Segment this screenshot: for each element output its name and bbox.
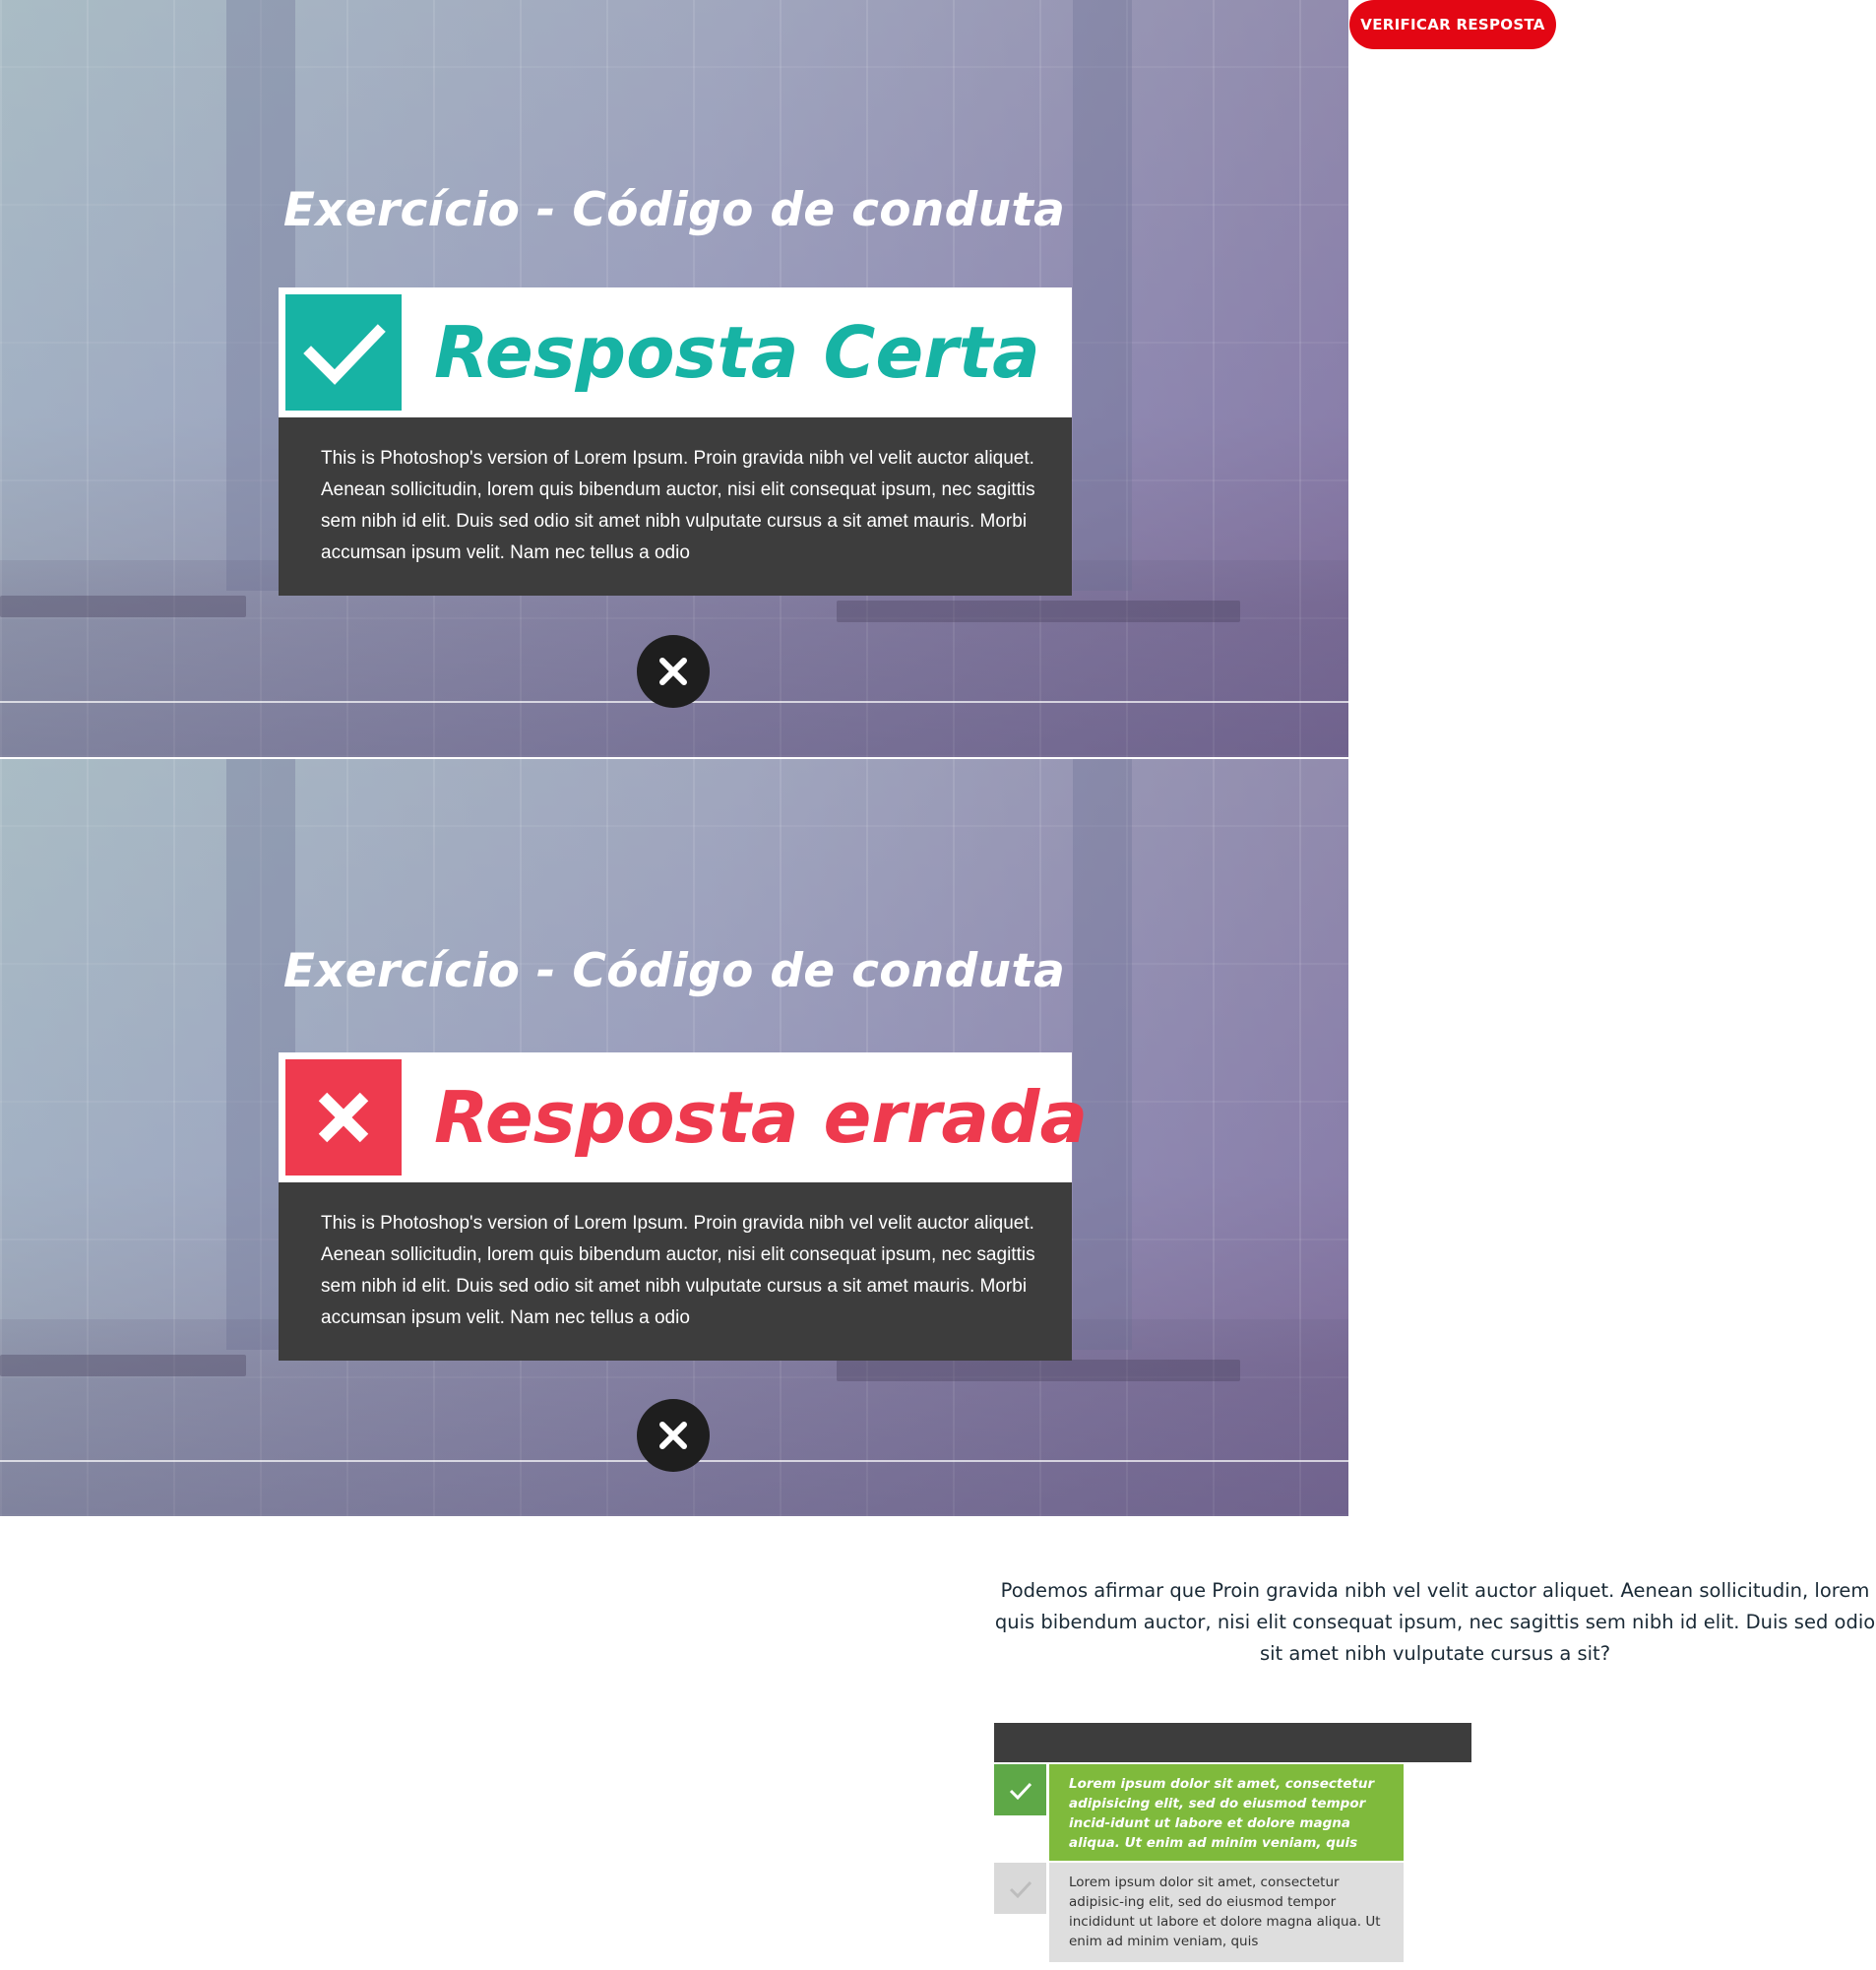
feedback-text: This is Photoshop's version of Lorem Ips…: [321, 448, 1035, 563]
close-button[interactable]: [637, 1399, 710, 1472]
options-header: [994, 1723, 1471, 1762]
answer-option-text: Lorem ipsum dolor sit amet, consectetur …: [1049, 1863, 1404, 1962]
check-icon: [994, 1764, 1046, 1815]
exercise-title: Exercício - Código de conduta: [282, 183, 1066, 237]
close-button[interactable]: [637, 635, 710, 708]
close-icon: [659, 1422, 687, 1449]
feedback-text: This is Photoshop's version of Lorem Ips…: [321, 1213, 1035, 1328]
background-bench: [837, 601, 1240, 622]
background-bench: [0, 1355, 246, 1376]
close-icon: [659, 658, 687, 685]
check-icon: [285, 294, 402, 411]
feedback-box: This is Photoshop's version of Lorem Ips…: [279, 417, 1072, 596]
result-panel-correct: Exercício - Código de conduta Resposta C…: [0, 0, 1348, 757]
background-bench: [837, 1360, 1240, 1381]
result-label: Resposta Certa: [434, 311, 1040, 394]
feedback-box: This is Photoshop's version of Lorem Ips…: [279, 1182, 1072, 1361]
result-banner: Resposta Certa: [279, 287, 1072, 417]
result-banner: Resposta errada: [279, 1052, 1088, 1182]
result-panel-wrong: Exercício - Código de conduta Resposta e…: [0, 759, 1348, 1516]
answer-option-text: Lorem ipsum dolor sit amet, consectetur …: [1049, 1764, 1404, 1861]
close-icon: [285, 1059, 402, 1176]
verify-answer-button[interactable]: VERIFICAR RESPOSTA: [1349, 0, 1556, 49]
background-pillar: [1073, 0, 1132, 591]
exercise-title: Exercício - Código de conduta: [282, 944, 1066, 998]
background-bench: [0, 596, 246, 617]
result-label: Resposta errada: [434, 1076, 1089, 1159]
check-icon: [994, 1863, 1046, 1914]
question-text: Podemos afirmar que Proin gravida nibh v…: [994, 1579, 1876, 1665]
